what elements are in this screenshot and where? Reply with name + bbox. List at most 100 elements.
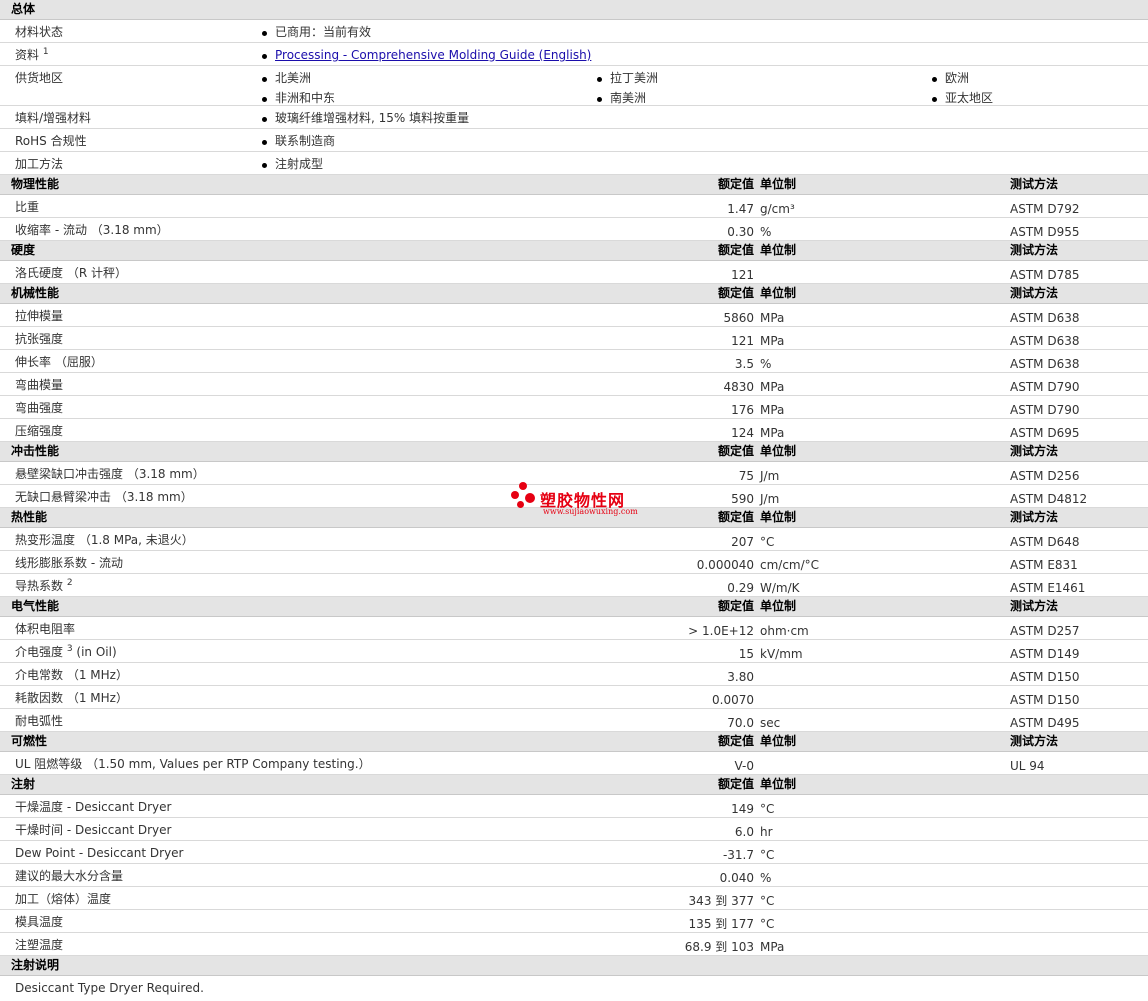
column-header-value: 额定值	[717, 177, 754, 191]
property-label: 体积电阻率	[15, 622, 75, 637]
info-value-text: 联系制造商	[275, 134, 336, 148]
info-value-text: 北美洲	[275, 71, 312, 85]
column-header-value: 额定值	[717, 444, 754, 458]
property-value: 207	[731, 535, 754, 549]
property-label-text: 模具温度	[15, 915, 64, 929]
test-method: ASTM D256	[1010, 469, 1080, 483]
property-label: 加工（熔体）温度	[15, 892, 111, 907]
property-unit: J/m	[760, 469, 780, 483]
info-value: 北美洲	[262, 71, 311, 86]
test-method: ASTM E1461	[1010, 581, 1086, 595]
property-label: 注塑温度	[15, 938, 63, 953]
property-unit: sec	[760, 716, 781, 730]
property-label-text: 干燥时间 - Desiccant Dryer	[15, 823, 172, 837]
property-label-text: 体积电阻率	[15, 622, 76, 636]
info-row: 材料状态 已商用：当前有效	[0, 20, 1148, 43]
section-title: 注射	[11, 777, 36, 791]
watermark-logo-icon	[511, 482, 539, 510]
property-label: 比重	[15, 200, 39, 215]
test-method: ASTM D648	[1010, 535, 1080, 549]
info-value: 亚太地区	[932, 91, 993, 106]
column-header-unit: 单位制	[760, 777, 797, 791]
property-value: 149	[731, 802, 754, 816]
bullet-icon	[932, 77, 937, 82]
section-title: 注射说明	[11, 958, 60, 972]
property-row: 拉伸模量 5860 MPa ASTM D638	[0, 304, 1148, 327]
info-row: 填料/增强材料 玻璃纤维增强材料, 15% 填料按重量	[0, 106, 1148, 129]
bullet-icon	[262, 117, 267, 122]
property-unit: hr	[760, 825, 773, 839]
property-label: 模具温度	[15, 915, 63, 930]
info-value-text: 欧洲	[945, 71, 970, 85]
property-value: 68.9 到 103	[684, 940, 754, 954]
property-row: Dew Point - Desiccant Dryer -31.7 °C	[0, 841, 1148, 864]
bullet-icon	[262, 31, 267, 36]
property-row: 热变形温度 （1.8 MPa, 未退火） 207 °C ASTM D648	[0, 528, 1148, 551]
bullet-icon	[262, 97, 267, 102]
property-label-text: UL 阻燃等级 （1.50 mm, Values per RTP Company…	[15, 757, 371, 771]
property-label: 建议的最大水分含量	[15, 869, 123, 884]
info-value[interactable]: Processing - Comprehensive Molding Guide…	[262, 48, 591, 63]
section-title: 物理性能	[11, 177, 60, 191]
property-unit: %	[760, 225, 772, 239]
property-label: 线形膨胀系数 - 流动	[15, 556, 123, 571]
property-value: 121	[731, 268, 754, 282]
property-value: 75	[738, 469, 754, 483]
property-label-text: 导热系数	[15, 579, 64, 593]
property-label-text: 热变形温度 （1.8 MPa, 未退火）	[15, 533, 194, 547]
info-label: 供货地区	[15, 71, 63, 86]
property-row: 收缩率 - 流动 （3.18 mm） 0.30% ASTM D955	[0, 218, 1148, 241]
info-row: 供货地区 北美洲 拉丁美洲 欧洲 非洲和中东 南美洲 亚太地区	[0, 66, 1148, 106]
section-header: 注射 额定值 单位制	[0, 775, 1148, 795]
footnote-marker: 1	[42, 47, 49, 57]
property-row: 伸长率 （屈服） 3.5% ASTM D638	[0, 350, 1148, 373]
property-row: 注塑温度 68.9 到 103 MPa	[0, 933, 1148, 956]
section-header-general: 总体	[0, 0, 1148, 20]
property-label-suffix: (in Oil)	[72, 645, 117, 659]
test-method: ASTM D695	[1010, 426, 1080, 440]
column-header-unit: 单位制	[760, 734, 797, 748]
property-row: 导热系数 2 0.29 W/m/K ASTM E1461	[0, 574, 1148, 597]
property-label: 无缺口悬臂梁冲击 （3.18 mm）	[15, 490, 193, 505]
test-method: ASTM D150	[1010, 670, 1080, 684]
property-label-text: 弯曲强度	[15, 401, 64, 415]
property-value: 6.0	[734, 825, 754, 839]
column-header-method: 测试方法	[1010, 734, 1059, 748]
property-value: 176	[731, 403, 754, 417]
section-title: 硬度	[11, 243, 36, 257]
info-label-text: 供货地区	[15, 71, 64, 85]
column-header-unit: 单位制	[760, 510, 797, 524]
property-row: 介电常数 （1 MHz） 3.80 ASTM D150	[0, 663, 1148, 686]
property-label-text: 线形膨胀系数 - 流动	[15, 556, 123, 570]
property-value: 5860	[723, 311, 754, 325]
property-label: 热变形温度 （1.8 MPa, 未退火）	[15, 533, 194, 548]
property-unit: MPa	[760, 403, 785, 417]
property-label-text: 加工（熔体）温度	[15, 892, 112, 906]
property-label-text: 洛氏硬度 （R 计秤）	[15, 266, 127, 280]
property-value: 0.0070	[712, 693, 754, 707]
info-row: RoHS 合规性 联系制造商	[0, 129, 1148, 152]
bullet-icon	[262, 54, 267, 59]
property-label-text: 悬壁梁缺口冲击强度 （3.18 mm）	[15, 467, 205, 481]
property-unit: ohm·cm	[760, 624, 809, 638]
property-value: 0.000040	[696, 558, 754, 572]
property-unit: J/m	[760, 492, 780, 506]
property-value: 135 到 177	[688, 917, 754, 931]
property-row: 比重 1.47 g/cm³ ASTM D792	[0, 195, 1148, 218]
property-row: 模具温度 135 到 177 °C	[0, 910, 1148, 933]
document-link[interactable]: Processing - Comprehensive Molding Guide…	[275, 48, 591, 62]
footnote-marker: 3	[66, 644, 73, 654]
section-header: 硬度 额定值 单位制 测试方法	[0, 241, 1148, 261]
info-row: 资料 1 Processing - Comprehensive Molding G…	[0, 43, 1148, 66]
info-value: 拉丁美洲	[597, 71, 658, 86]
property-row: 体积电阻率 > 1.0E+12 ohm·cm ASTM D257	[0, 617, 1148, 640]
section-header: 冲击性能 额定值 单位制 测试方法	[0, 442, 1148, 462]
section-title: 总体	[11, 2, 36, 16]
property-value: > 1.0E+12	[688, 624, 754, 638]
section-header: 可燃性 额定值 单位制 测试方法	[0, 732, 1148, 752]
info-value: 欧洲	[932, 71, 969, 86]
property-value: 1.47	[727, 202, 754, 216]
property-row: 建议的最大水分含量 0.040%	[0, 864, 1148, 887]
column-header-method: 测试方法	[1010, 243, 1059, 257]
property-value: 0.30	[727, 225, 754, 239]
